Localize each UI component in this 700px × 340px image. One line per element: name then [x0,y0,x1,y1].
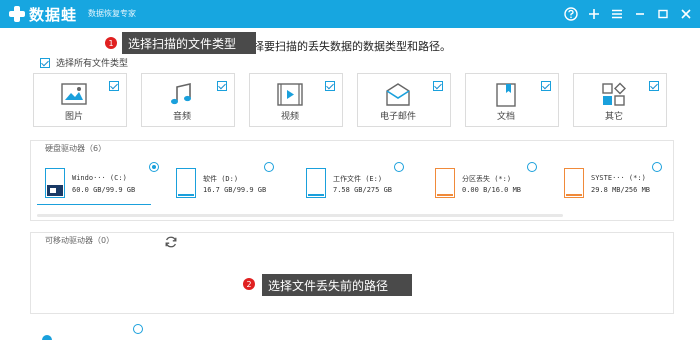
file-type-images[interactable]: 图片 [33,73,127,127]
drive-c-radio[interactable] [149,162,159,172]
drive-icon [306,168,326,198]
others-checkbox[interactable] [649,81,659,91]
images-checkbox[interactable] [109,81,119,91]
drive-system-reserved[interactable]: SYSTE··· (*:) 29.8 MB/256 MB [564,161,686,201]
email-icon [386,83,410,106]
others-label: 其它 [604,112,623,122]
file-type-documents[interactable]: 文档 [465,73,559,127]
selected-drive-underline [37,204,151,205]
documents-label: 文档 [496,112,515,122]
drive-name: 软件 (D:) [203,175,239,183]
other-icon [602,82,626,106]
menu-icon[interactable] [608,4,625,24]
file-type-list: 图片 音频 视频 电子邮件 文档 其它 [33,73,667,127]
maximize-icon[interactable] [654,4,671,24]
help-icon[interactable] [562,4,579,24]
file-type-others[interactable]: 其它 [573,73,667,127]
video-label: 视频 [280,112,299,122]
documents-checkbox[interactable] [541,81,551,91]
system-drive-icon [45,168,65,198]
plus-icon[interactable] [585,4,602,24]
file-type-email[interactable]: 电子邮件 [357,73,451,127]
drive-size: 7.58 GB/275 GB [333,186,393,194]
email-checkbox[interactable] [433,81,443,91]
hard-drive-section: 硬盘驱动器（6） Windo··· (C:) 60.0 GB/99.9 GB 软… [30,140,674,221]
refresh-icon[interactable] [164,235,178,249]
audio-label: 音频 [172,112,191,122]
select-all-label: 选择所有文件类型 [56,59,129,69]
select-all-checkbox[interactable] [40,57,50,68]
drive-e[interactable]: 工作文件 (E:) 7.58 GB/275 GB [306,161,428,201]
app-subtitle: 数据恢复专家 [88,9,136,18]
lost-partition-icon [435,168,455,198]
select-all-checkbox-row[interactable]: 选择所有文件类型 [40,56,128,69]
drive-name: SYSTE··· (*:) [591,174,646,182]
close-icon[interactable] [677,4,694,24]
drive-name: 分区丢失 (*:) [462,175,512,183]
drive-lost-partition-radio[interactable] [527,162,537,172]
title-bar: 数据蛙 数据恢复专家 [0,0,700,28]
file-type-video[interactable]: 视频 [249,73,343,127]
images-label: 图片 [64,112,83,122]
callout-select-file-types: 选择扫描的文件类型 [122,32,256,54]
bottom-indicator [42,335,52,340]
file-type-audio[interactable]: 音频 [141,73,235,127]
logo-text: 数据蛙 [29,5,78,24]
drive-d[interactable]: 软件 (D:) 16.7 GB/99.9 GB [176,161,298,201]
system-partition-icon [564,168,584,198]
drive-lost-partition[interactable]: 分区丢失 (*:) 0.00 B/16.0 MB [435,161,557,201]
app-logo: 数据蛙 [8,4,77,24]
logo-cross-icon [8,5,26,23]
document-icon [496,83,516,107]
hard-drive-section-title: 硬盘驱动器（6） [45,144,107,153]
video-checkbox[interactable] [325,81,335,91]
drive-system-radio[interactable] [652,162,662,172]
drive-size: 0.00 B/16.0 MB [462,186,522,194]
music-icon [171,82,191,105]
callout-1-badge: 1 [105,37,117,49]
image-icon [61,83,87,105]
drive-icon [176,168,196,198]
email-label: 电子邮件 [379,112,416,122]
drive-c[interactable]: Windo··· (C:) 60.0 GB/99.9 GB [45,161,167,201]
drive-size: 60.0 GB/99.9 GB [72,186,136,194]
video-icon [277,83,303,106]
removable-drive-section-title: 可移动驱动器（0） [45,236,115,245]
drive-size: 16.7 GB/99.9 GB [203,186,267,194]
removable-drive-section: 可移动驱动器（0） [30,232,674,314]
drive-name: 工作文件 (E:) [333,175,383,183]
drive-d-radio[interactable] [264,162,274,172]
drive-e-radio[interactable] [394,162,404,172]
bottom-radio[interactable] [133,324,143,334]
callout-2-badge: 2 [243,278,255,290]
instruction-text: 择要扫描的丢失数据的数据类型和路径。 [253,40,451,53]
horizontal-scrollbar[interactable] [37,214,563,217]
audio-checkbox[interactable] [217,81,227,91]
window-controls [562,4,694,24]
drive-name: Windo··· (C:) [72,174,127,182]
minimize-icon[interactable] [631,4,648,24]
drive-size: 29.8 MB/256 MB [591,186,651,194]
callout-select-path: 选择文件丢失前的路径 [262,274,412,296]
